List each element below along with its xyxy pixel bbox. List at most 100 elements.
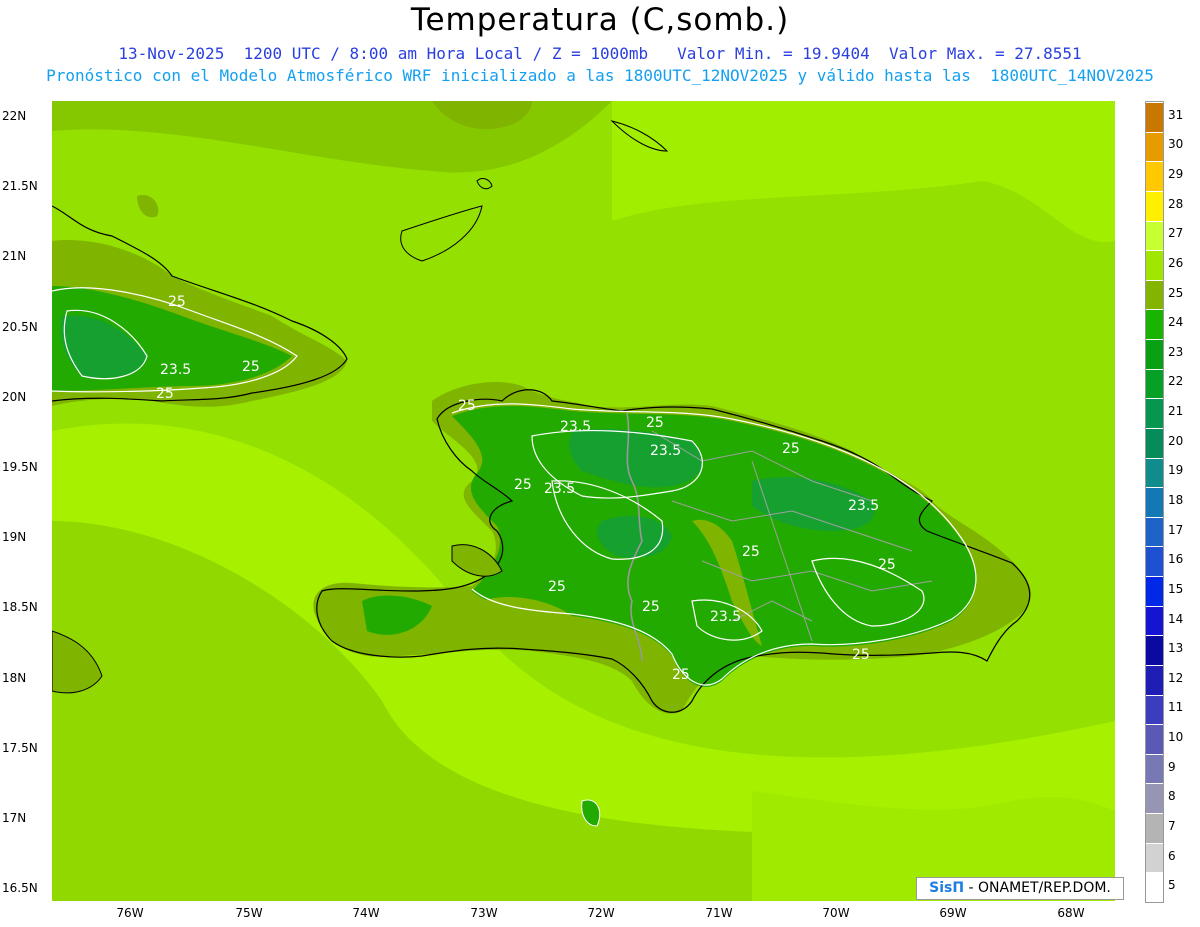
color-scale-label: 11 <box>1168 700 1184 715</box>
color-scale-label: 7 <box>1168 818 1176 833</box>
contour-label: 23.5 <box>544 481 576 497</box>
color-scale-label: 9 <box>1168 759 1176 774</box>
contour-label: 25 <box>168 294 186 310</box>
contour-label: 25 <box>242 359 260 375</box>
contour-label: 25 <box>646 415 664 431</box>
y-axis-label: 20.5N <box>2 320 38 334</box>
color-scale-label: 25 <box>1168 285 1184 300</box>
credit-text: - ONAMET/REP.DOM. <box>964 880 1111 896</box>
x-axis-label: 71W <box>705 906 733 920</box>
y-axis-label: 22N <box>2 109 27 123</box>
color-scale-swatch <box>1146 190 1163 221</box>
color-scale-label: 8 <box>1168 789 1176 804</box>
color-scale-swatch <box>1146 576 1163 606</box>
color-scale-label: 5 <box>1168 878 1176 893</box>
chart-title: Temperatura (C,somb.) <box>410 2 790 38</box>
color-scale-swatch <box>1146 546 1163 576</box>
y-axis-label: 17N <box>2 811 27 825</box>
color-scale-swatch <box>1146 724 1163 754</box>
color-scale-label: 17 <box>1168 522 1184 537</box>
color-scale-swatch <box>1146 753 1163 784</box>
contour-label: 25 <box>852 647 870 663</box>
color-scale-bar <box>1145 101 1164 903</box>
color-scale-label: 23 <box>1168 344 1184 359</box>
contour-label: 25 <box>156 386 174 402</box>
credit-brand: SisΠ <box>929 880 965 896</box>
credit-box: SisΠ - ONAMET/REP.DOM. <box>916 877 1124 900</box>
y-axis-label: 19.5N <box>2 460 38 474</box>
color-scale-label: 29 <box>1168 167 1184 182</box>
contour-label: 25 <box>672 667 690 683</box>
color-scale-swatch <box>1146 457 1163 488</box>
color-scale-label: 20 <box>1168 433 1184 448</box>
color-scale-swatch <box>1146 102 1163 132</box>
x-axis-label: 70W <box>822 906 850 920</box>
contour-label: 25 <box>514 477 532 493</box>
color-scale-swatch <box>1146 250 1163 280</box>
x-axis-label: 75W <box>235 906 263 920</box>
map-canvas <box>52 101 1115 901</box>
contour-label: 25 <box>642 599 660 615</box>
color-scale-label: 26 <box>1168 255 1184 270</box>
color-scale-label: 15 <box>1168 581 1184 596</box>
y-axis-label: 18.5N <box>2 600 38 614</box>
y-axis-label: 16.5N <box>2 881 38 895</box>
contour-label: 25 <box>782 441 800 457</box>
color-scale-label: 16 <box>1168 552 1184 567</box>
color-scale-label: 31 <box>1168 107 1184 122</box>
color-scale-swatch <box>1146 131 1163 162</box>
color-scale-swatch <box>1146 398 1163 428</box>
color-scale-label: 12 <box>1168 670 1184 685</box>
color-scale-label: 13 <box>1168 641 1184 656</box>
subtitle-line-2: Pronóstico con el Modelo Atmosférico WRF… <box>46 66 1154 85</box>
color-scale-swatch <box>1146 309 1163 339</box>
contour-label: 23.5 <box>160 362 192 378</box>
color-scale-swatch <box>1146 368 1163 399</box>
color-scale-swatch <box>1146 427 1163 458</box>
color-scale-swatch <box>1146 842 1163 873</box>
color-scale-swatch <box>1146 279 1163 310</box>
x-axis-label: 68W <box>1057 906 1085 920</box>
x-axis-label: 73W <box>470 906 498 920</box>
color-scale-swatch <box>1146 161 1163 191</box>
color-scale-label: 19 <box>1168 463 1184 478</box>
y-axis-label: 20N <box>2 390 27 404</box>
color-scale-label: 30 <box>1168 137 1184 152</box>
color-scale-swatch <box>1146 872 1163 902</box>
y-axis-label: 19N <box>2 530 27 544</box>
x-axis-label: 74W <box>352 906 380 920</box>
color-scale-swatch <box>1146 605 1163 636</box>
contour-label: 25 <box>548 579 566 595</box>
x-axis-label: 76W <box>116 906 144 920</box>
color-scale-swatch <box>1146 664 1163 695</box>
y-axis-label: 17.5N <box>2 741 38 755</box>
color-scale-label: 28 <box>1168 196 1184 211</box>
temperature-map: 25 25 23.5 25 25 23.5 25 23.5 25 25 23.5… <box>52 101 1115 901</box>
color-scale-swatch <box>1146 339 1163 369</box>
contour-label: 23.5 <box>710 609 742 625</box>
color-scale-swatch <box>1146 516 1163 547</box>
color-scale-swatch <box>1146 635 1163 665</box>
contour-label: 25 <box>458 398 476 414</box>
contour-label: 23.5 <box>848 498 880 514</box>
color-scale-label: 21 <box>1168 404 1184 419</box>
color-scale-label: 27 <box>1168 226 1184 241</box>
color-scale-label: 24 <box>1168 315 1184 330</box>
color-scale-swatch <box>1146 487 1163 517</box>
color-scale-label: 18 <box>1168 493 1184 507</box>
color-scale-label: 6 <box>1168 848 1176 863</box>
color-scale-swatch <box>1146 783 1163 813</box>
contour-label: 23.5 <box>560 419 592 435</box>
color-scale-label: 22 <box>1168 374 1184 389</box>
y-axis-label: 21.5N <box>2 179 38 193</box>
x-axis-label: 69W <box>939 906 967 920</box>
subtitle-line-1: 13-Nov-2025 1200 UTC / 8:00 am Hora Loca… <box>118 44 1082 63</box>
contour-label: 25 <box>742 544 760 560</box>
contour-label: 25 <box>878 557 896 573</box>
contour-label: 23.5 <box>650 443 682 459</box>
color-scale-swatch <box>1146 694 1163 725</box>
x-axis-label: 72W <box>587 906 615 920</box>
y-axis-label: 18N <box>2 671 27 685</box>
y-axis-label: 21N <box>2 249 27 263</box>
color-scale-swatch <box>1146 813 1163 843</box>
